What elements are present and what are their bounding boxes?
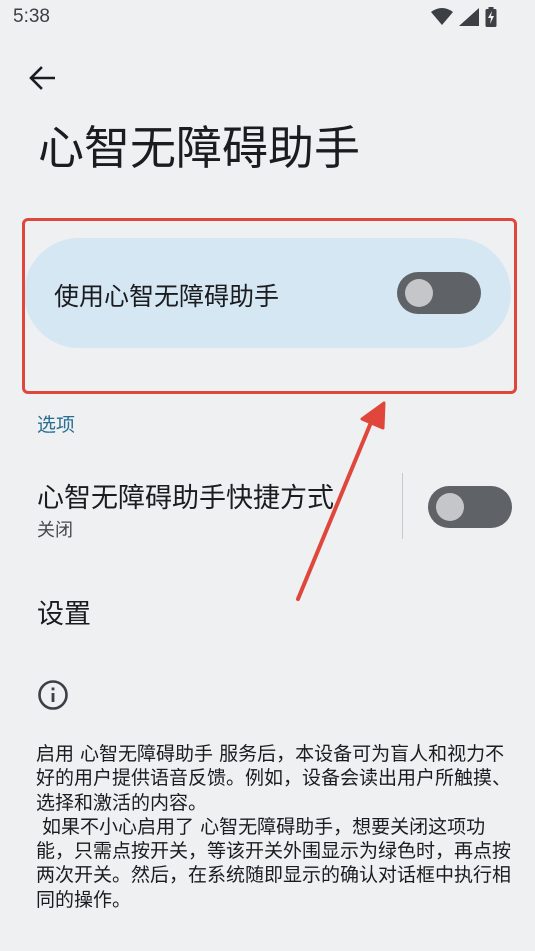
status-bar: 5:38 <box>0 0 535 36</box>
status-time: 5:38 <box>13 6 50 27</box>
switch-knob <box>436 493 464 521</box>
shortcut-title: 心智无障碍助手快捷方式 <box>37 483 334 514</box>
vertical-divider <box>402 473 403 539</box>
page-title: 心智无障碍助手 <box>38 121 360 175</box>
info-icon <box>38 680 68 710</box>
section-header-options: 选项 <box>37 414 76 436</box>
shortcut-toggle-switch[interactable] <box>428 486 512 528</box>
wifi-icon <box>431 8 453 25</box>
back-button[interactable] <box>22 58 62 98</box>
description-text: 启用 心智无障碍助手 服务后，本设备可为盲人和视力不好的用户提供语音反馈。例如，… <box>36 743 512 911</box>
shortcut-summary: 关闭 <box>37 520 73 541</box>
settings-row[interactable]: 设置 <box>37 592 91 631</box>
highlight-annotation-box <box>22 218 517 394</box>
arrow-back-icon <box>29 66 55 90</box>
battery-charging-icon <box>485 7 497 27</box>
cellular-signal-icon <box>459 8 479 26</box>
status-icons <box>431 6 497 28</box>
